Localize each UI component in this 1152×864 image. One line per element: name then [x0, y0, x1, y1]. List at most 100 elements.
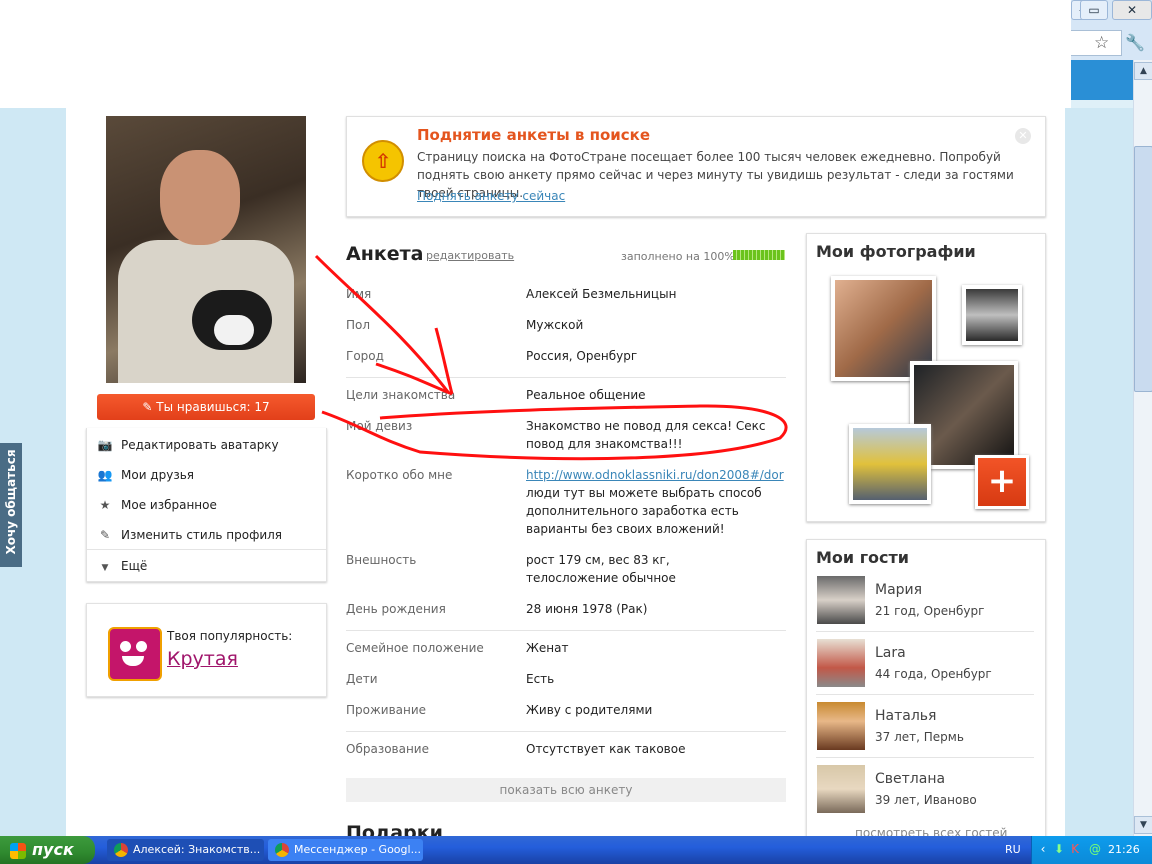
field-label: Имя [346, 287, 372, 301]
menu-label: Редактировать аватарку [121, 438, 279, 452]
field-label: Внешность [346, 553, 417, 567]
guest-avatar[interactable] [817, 765, 865, 813]
field-label: Пол [346, 318, 371, 332]
divider [346, 630, 786, 631]
field-label: Дети [346, 672, 378, 686]
divider [816, 757, 1034, 758]
field-value: Реальное общение [526, 388, 646, 402]
language-indicator[interactable]: RU [1005, 843, 1021, 856]
start-button[interactable]: пуск [0, 836, 95, 864]
photos-title: Мои фотографии [816, 242, 976, 261]
guest-name[interactable]: Мария [875, 582, 922, 598]
side-tab-label: Хочу общаться [4, 449, 18, 555]
chrome-icon [114, 843, 128, 857]
raise-profile-link[interactable]: Поднять анкету сейчас [417, 189, 565, 203]
antivirus-icon[interactable]: K [1068, 842, 1082, 856]
about-link[interactable]: http://www.odnoklassniki.ru/don2008#/dor [526, 466, 788, 484]
arrow-up-icon: ⇧ [362, 140, 404, 182]
menu-more[interactable]: ▼ Ещё [97, 556, 148, 576]
scrollbar-thumb[interactable] [1134, 146, 1152, 392]
field-label: Цели знакомства [346, 388, 456, 402]
taskbar-item[interactable]: Алексей: Знакомств... [107, 839, 264, 861]
divider [87, 549, 326, 550]
close-icon[interactable]: ✕ [1015, 128, 1031, 144]
tray-arrow-icon[interactable]: ‹ [1036, 842, 1050, 856]
field-value: Женат [526, 641, 569, 655]
menu-favorites[interactable]: ★ Мое избранное [97, 495, 217, 515]
windows-logo-icon [10, 842, 26, 859]
menu-change-style[interactable]: ✎ Изменить стиль профиля [97, 525, 282, 545]
brush-icon: ✎ [99, 528, 111, 542]
filled-label: заполнено на 100% [621, 250, 735, 263]
banner-title: Поднятие анкеты в поиске [417, 126, 651, 144]
field-value: Живу с родителями [526, 703, 653, 717]
avatar-detail [214, 315, 254, 345]
field-value: Знакомство не повод для секса! Секс пово… [526, 419, 766, 451]
field-value: Россия, Оренбург [526, 349, 638, 363]
restore-button[interactable]: ▭ [1080, 0, 1108, 20]
likes-button[interactable]: ✎ Ты нравишься: 17 [97, 394, 315, 420]
field-label: Проживание [346, 703, 427, 717]
guest-name[interactable]: Светлана [875, 771, 945, 787]
divider [346, 377, 786, 378]
scroll-up-icon[interactable]: ▲ [1134, 62, 1152, 80]
photo-thumbnail[interactable] [849, 424, 931, 504]
taskbar-item-label: Мессенджер - Googl... [294, 843, 422, 856]
guest-name[interactable]: Lara [875, 645, 906, 661]
field-value: 28 июня 1978 (Рак) [526, 602, 648, 616]
field-value: Мужской [526, 318, 584, 332]
side-tab[interactable]: Хочу общаться [0, 443, 22, 567]
guest-info: 39 лет, Иваново [875, 793, 977, 807]
guest-avatar[interactable] [817, 702, 865, 750]
taskbar-item-label: Алексей: Знакомств... [133, 843, 261, 856]
scroll-down-icon[interactable]: ▼ [1134, 816, 1152, 834]
avatar-detail [160, 150, 240, 245]
profile-menu: 📷 Редактировать аватарку 👥 Мои друзья ★ Мое… [86, 428, 327, 582]
guest-info: 44 года, Оренбург [875, 667, 992, 681]
photo-thumbnail[interactable] [962, 285, 1022, 345]
field-value: рост 179 см, вес 83 кг, телосложение обы… [526, 553, 676, 585]
guest-name[interactable]: Наталья [875, 708, 936, 724]
close-window-button[interactable]: ✕ [1112, 0, 1152, 20]
guest-info: 37 лет, Пермь [875, 730, 964, 744]
field-value: Есть [526, 672, 555, 686]
likes-label: Ты нравишься: 17 [156, 400, 270, 414]
wrench-icon[interactable]: 🔧 [1125, 33, 1145, 52]
field-value: люди тут вы можете выбрать способ дополн… [526, 486, 762, 536]
divider [816, 631, 1034, 632]
clock: 21:26 [1108, 843, 1140, 856]
triangle-down-icon: ▼ [101, 563, 109, 573]
divider [816, 694, 1034, 695]
field-label: Мой девиз [346, 419, 413, 433]
field-label: Семейное положение [346, 641, 484, 655]
popularity-label: Твоя популярность: [167, 629, 293, 643]
bookmark-star-icon[interactable]: ☆ [1094, 33, 1109, 53]
popularity-value[interactable]: Крутая [167, 648, 238, 670]
download-icon[interactable]: ⬇ [1052, 842, 1066, 856]
messenger-icon[interactable]: @ [1088, 842, 1102, 856]
menu-edit-avatar[interactable]: 📷 Редактировать аватарку [97, 435, 279, 455]
smiley-icon [108, 627, 162, 681]
edit-profile-link[interactable]: редактировать [426, 249, 514, 262]
field-label: Коротко обо мне [346, 468, 453, 482]
friends-icon: 👥 [97, 468, 113, 482]
camera-icon: 📷 [97, 438, 113, 452]
guests-title: Мои гости [816, 548, 910, 567]
taskbar-item[interactable]: Мессенджер - Googl... [268, 839, 423, 861]
field-label: Образование [346, 742, 429, 756]
menu-label: Мое избранное [121, 498, 217, 512]
field-value: Алексей Безмельницын [526, 287, 677, 301]
start-label: пуск [32, 840, 74, 859]
filled-progress-bar [733, 250, 785, 260]
guest-avatar[interactable] [817, 576, 865, 624]
guest-info: 21 год, Оренбург [875, 604, 985, 618]
show-full-profile-button[interactable]: показать всю анкету [346, 778, 786, 802]
page-header-strip [1071, 60, 1133, 100]
add-photo-button[interactable]: + [975, 455, 1029, 509]
heart-icon: ✎ [142, 400, 157, 414]
menu-friends[interactable]: 👥 Мои друзья [97, 465, 194, 485]
field-label: Город [346, 349, 384, 363]
guest-avatar[interactable] [817, 639, 865, 687]
menu-label: Ещё [121, 559, 148, 573]
divider [346, 731, 786, 732]
